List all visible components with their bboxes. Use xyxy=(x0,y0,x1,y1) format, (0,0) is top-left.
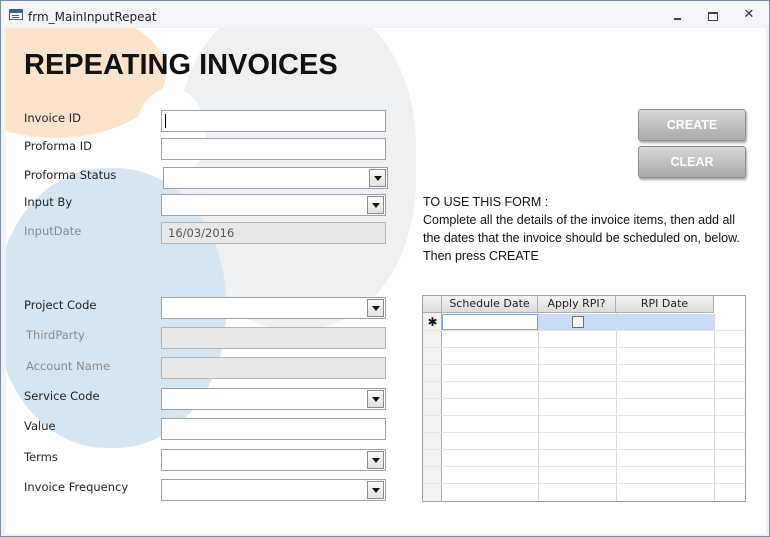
column-divider xyxy=(538,313,539,501)
project-code-label: Project Code xyxy=(24,298,97,312)
row-divider xyxy=(423,483,745,484)
column-divider xyxy=(714,313,715,501)
dropdown-arrow-icon[interactable] xyxy=(367,481,384,499)
proforma-status-combo[interactable] xyxy=(163,167,388,189)
row-divider xyxy=(423,415,745,416)
row-divider xyxy=(423,347,745,348)
instructions-block: TO USE THIS FORM : Complete all the deta… xyxy=(423,193,753,265)
row-divider xyxy=(423,449,745,450)
page-title: REPEATING INVOICES xyxy=(24,49,338,81)
dropdown-arrow-icon[interactable] xyxy=(369,169,386,187)
row-divider xyxy=(423,398,745,399)
apply-rpi-cell[interactable] xyxy=(538,314,616,330)
input-date-label: InputDate xyxy=(24,224,82,238)
project-code-combo[interactable] xyxy=(161,297,386,319)
text-cursor xyxy=(165,114,166,128)
value-label: Value xyxy=(24,419,56,433)
row-divider xyxy=(423,364,745,365)
apply-rpi-checkbox[interactable] xyxy=(572,316,584,328)
form-body: REPEATING INVOICES Invoice ID Proforma I… xyxy=(6,28,766,534)
form-window: frm_MainInputRepeat ✕ REPEATING INVOICES… xyxy=(0,0,770,537)
background-decoration-white xyxy=(136,88,206,178)
proforma-id-label: Proforma ID xyxy=(24,139,93,153)
column-header-rpi-date[interactable]: RPI Date xyxy=(616,296,714,313)
invoice-frequency-combo[interactable] xyxy=(161,479,386,501)
row-divider xyxy=(423,466,745,467)
third-party-field xyxy=(161,327,386,349)
third-party-label: ThirdParty xyxy=(26,328,85,342)
window-title: frm_MainInputRepeat xyxy=(28,10,157,24)
row-divider xyxy=(423,330,745,331)
proforma-id-input[interactable] xyxy=(161,138,386,160)
dropdown-arrow-icon[interactable] xyxy=(367,196,384,214)
dropdown-arrow-icon[interactable] xyxy=(367,390,384,408)
proforma-status-label: Proforma Status xyxy=(24,168,117,182)
minimize-button[interactable] xyxy=(669,9,685,23)
column-header-apply-rpi[interactable]: Apply RPI? xyxy=(538,296,616,313)
rpi-date-cell[interactable] xyxy=(616,314,714,330)
value-input[interactable] xyxy=(161,418,386,440)
account-name-label: Account Name xyxy=(26,359,111,373)
new-record-marker: ✱ xyxy=(427,315,438,329)
terms-combo[interactable] xyxy=(161,449,386,471)
title-bar: frm_MainInputRepeat ✕ xyxy=(1,1,769,27)
row-divider xyxy=(423,432,745,433)
instructions-text: Complete all the details of the invoice … xyxy=(423,213,740,245)
dropdown-arrow-icon[interactable] xyxy=(367,299,384,317)
account-name-field xyxy=(161,357,386,379)
dropdown-arrow-icon[interactable] xyxy=(367,451,384,469)
service-code-combo[interactable] xyxy=(161,388,386,410)
form-icon xyxy=(9,9,23,20)
create-button[interactable]: CREATE xyxy=(638,109,746,141)
select-all-corner[interactable] xyxy=(423,296,442,313)
terms-label: Terms xyxy=(24,450,58,464)
input-date-field: 16/03/2016 xyxy=(161,222,386,244)
clear-button[interactable]: CLEAR xyxy=(638,146,746,178)
column-header-schedule-date[interactable]: Schedule Date xyxy=(442,296,538,313)
instructions-heading: TO USE THIS FORM : xyxy=(423,195,549,209)
input-date-value: 16/03/2016 xyxy=(168,226,235,240)
schedule-date-cell[interactable] xyxy=(442,314,538,330)
invoice-frequency-label: Invoice Frequency xyxy=(24,480,129,494)
schedule-datasheet: Schedule Date Apply RPI? RPI Date ✱ xyxy=(422,295,746,502)
column-divider xyxy=(616,313,617,501)
invoice-id-label: Invoice ID xyxy=(24,111,82,125)
row-selector-column xyxy=(423,313,442,501)
close-button[interactable]: ✕ xyxy=(741,8,757,23)
input-by-label: Input By xyxy=(24,195,73,209)
input-by-combo[interactable] xyxy=(161,194,386,216)
row-divider xyxy=(423,381,745,382)
restore-button[interactable] xyxy=(705,9,721,23)
instructions-final-step: Then press CREATE xyxy=(423,249,539,263)
service-code-label: Service Code xyxy=(24,389,100,403)
invoice-id-input[interactable] xyxy=(161,110,386,132)
